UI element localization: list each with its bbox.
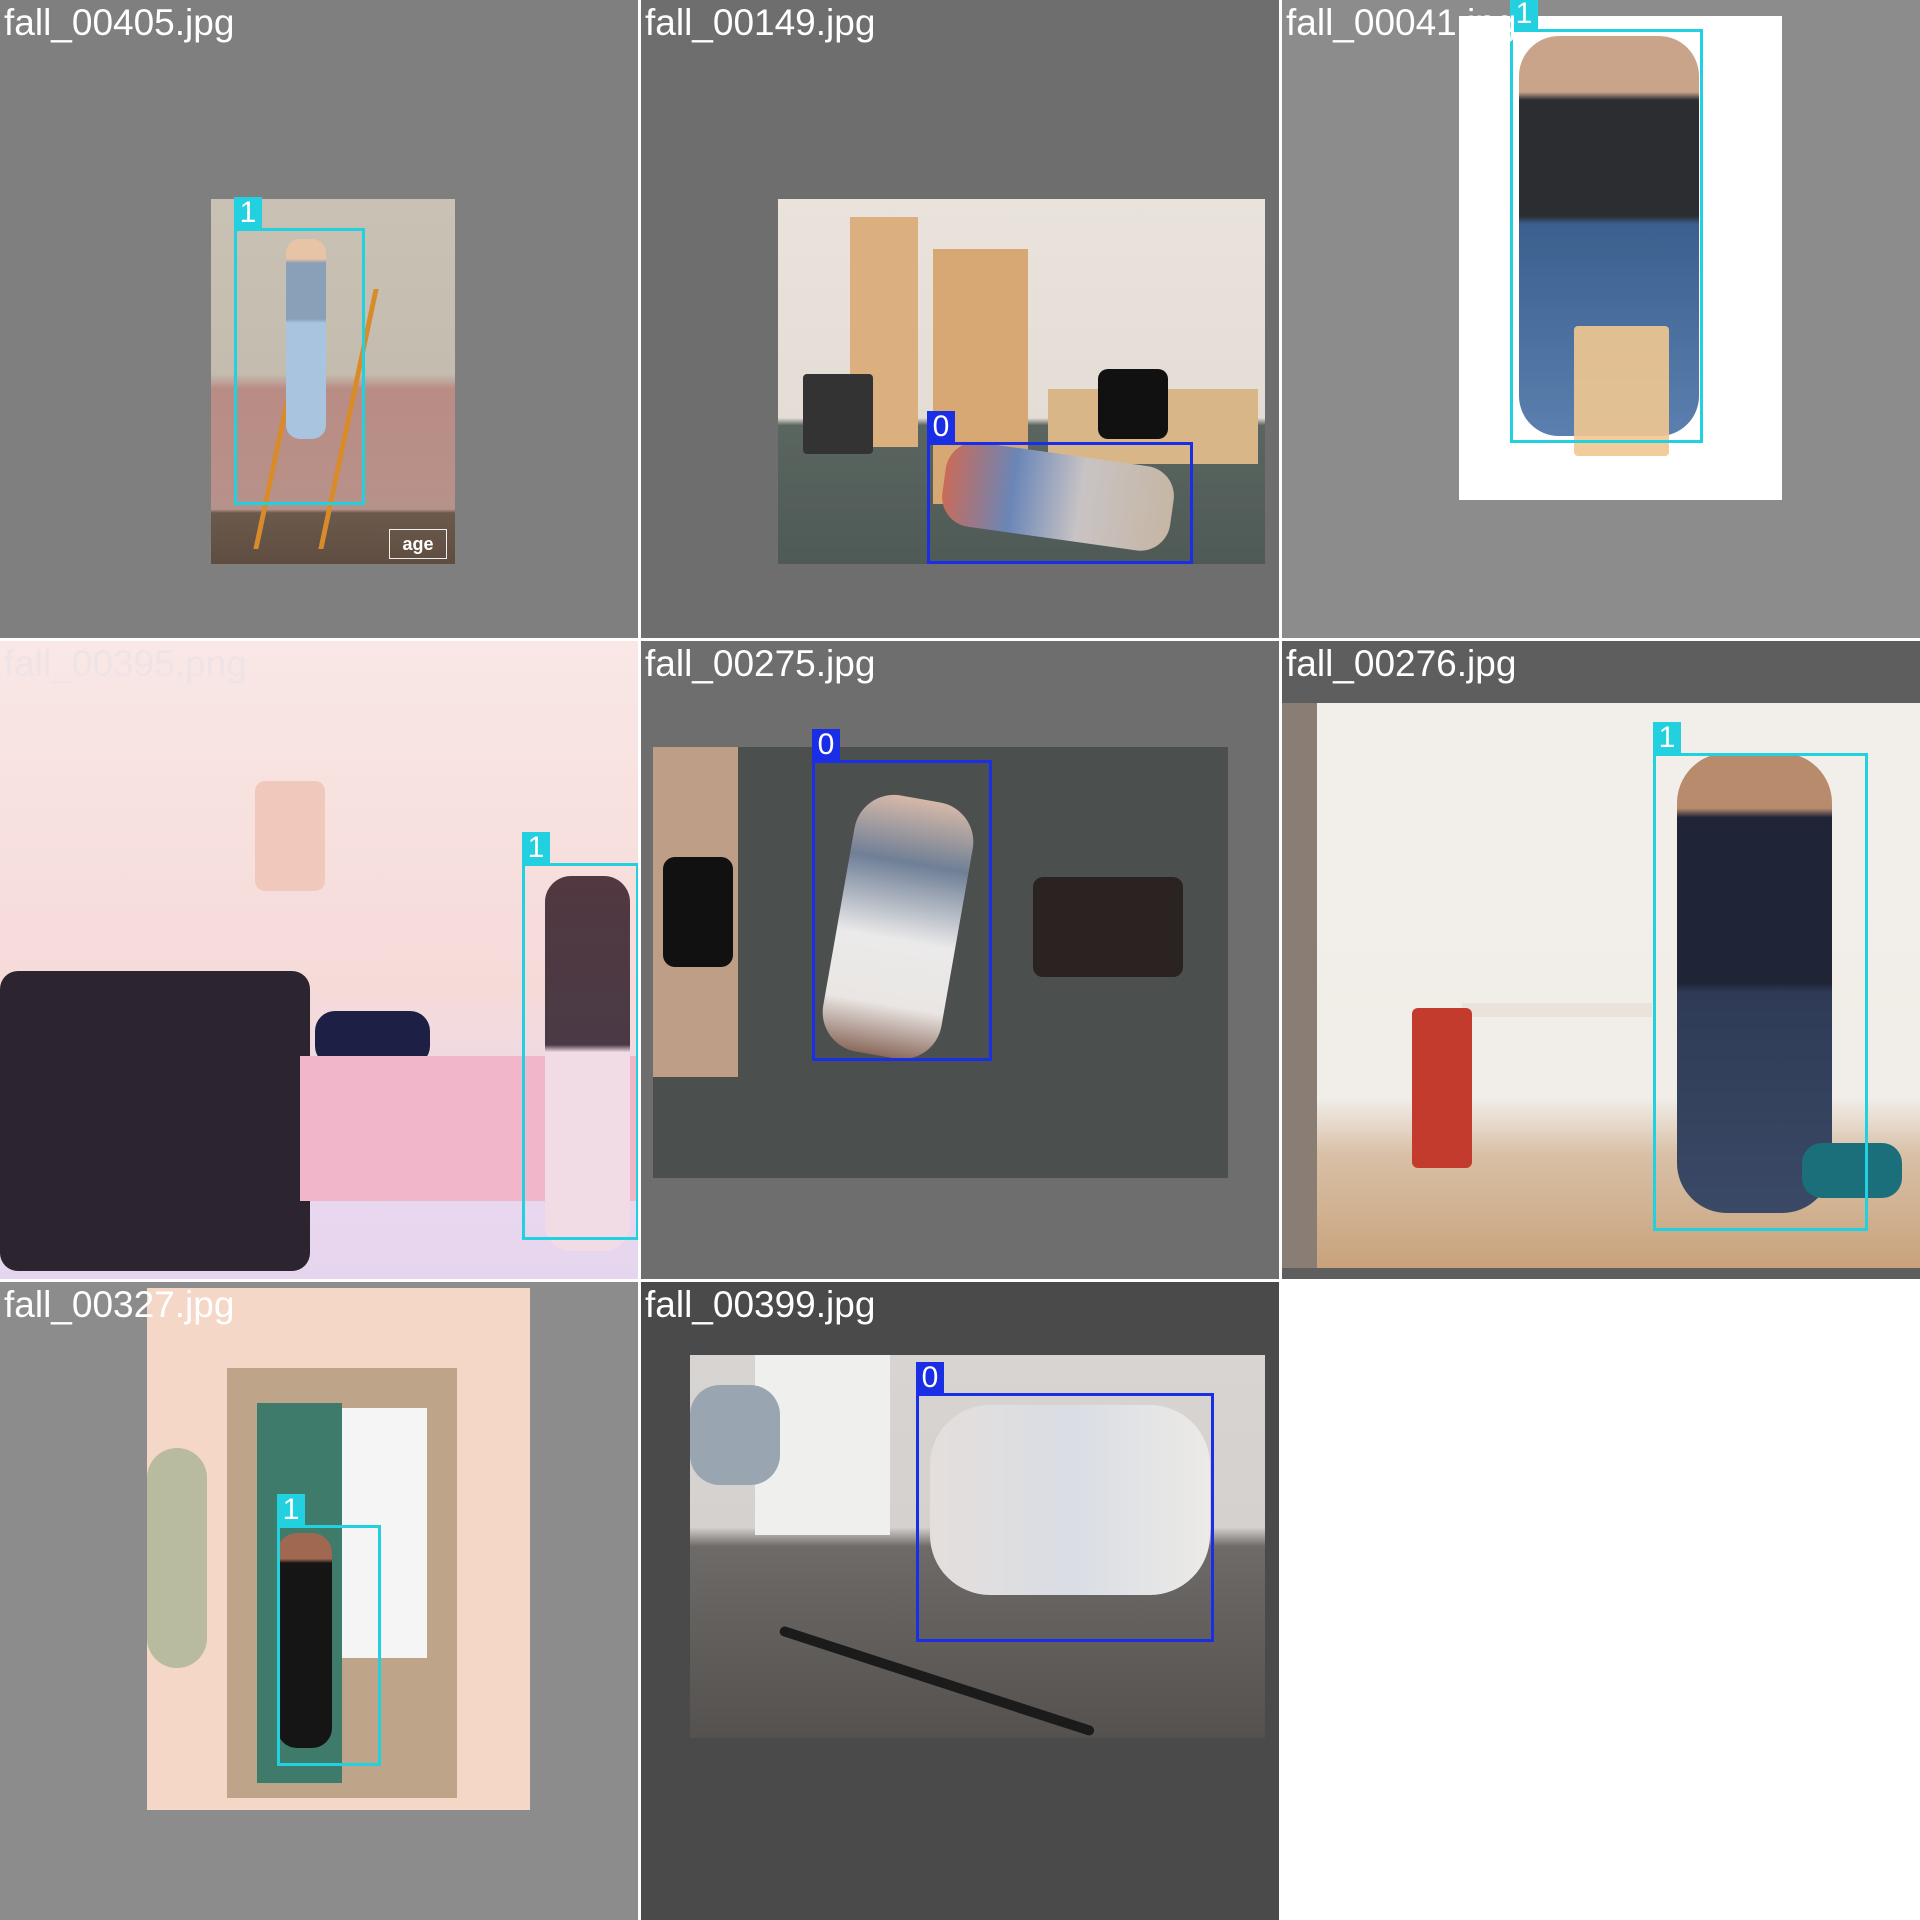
chair-icon	[803, 374, 873, 454]
bbox-class-1[interactable]: 1	[1653, 722, 1868, 1231]
tile-fall-00395[interactable]: fall_00395.png 1	[0, 641, 638, 1279]
class-label: 0	[812, 729, 840, 760]
tile-filename: fall_00399.jpg	[645, 1284, 876, 1325]
tile-fall-00327[interactable]: fall_00327.jpg 1	[0, 1282, 638, 1920]
office-chair-icon	[663, 857, 733, 967]
chair-icon	[1033, 877, 1183, 977]
empty-tile	[1282, 1282, 1920, 1920]
class-label: 0	[927, 411, 955, 442]
bookshelf-icon	[1282, 703, 1317, 1268]
mosaic-grid: fall_00405.jpg age 1 fall_00149.jpg 0 fa…	[0, 0, 1920, 1920]
chair-icon	[1412, 1008, 1472, 1168]
watermark-logo: age	[389, 529, 447, 559]
class-label: 1	[277, 1494, 305, 1525]
class-label: 0	[916, 1362, 944, 1393]
wall-hanging-icon	[255, 781, 325, 891]
office-chair-icon	[1098, 369, 1168, 439]
tile-fall-00405[interactable]: fall_00405.jpg age 1	[0, 0, 638, 638]
bbox-class-1[interactable]: 1	[1510, 0, 1703, 443]
bbox-class-1[interactable]: 1	[234, 197, 365, 505]
bbox-class-0[interactable]: 0	[812, 729, 992, 1061]
tile-filename: fall_00041.jpg	[1286, 2, 1517, 43]
tile-filename: fall_00276.jpg	[1286, 643, 1517, 684]
tile-fall-00275[interactable]: fall_00275.jpg 0	[641, 641, 1279, 1279]
class-label: 1	[522, 832, 550, 863]
bbox-class-0[interactable]: 0	[927, 411, 1193, 564]
tile-filename: fall_00327.jpg	[4, 1284, 235, 1325]
bbox-class-1[interactable]: 1	[277, 1494, 381, 1766]
bbox-class-0[interactable]: 0	[916, 1362, 1214, 1642]
tile-fall-00399[interactable]: fall_00399.jpg 0	[641, 1282, 1279, 1920]
table-icon	[1462, 1003, 1652, 1187]
tile-fall-00276[interactable]: fall_00276.jpg 1	[1282, 641, 1920, 1279]
pillow-icon	[690, 1385, 780, 1485]
tile-filename: fall_00395.png	[4, 643, 247, 684]
bbox-class-1[interactable]: 1	[522, 832, 638, 1240]
sofa-icon	[0, 971, 310, 1271]
tile-filename: fall_00405.jpg	[4, 2, 235, 43]
class-label: 1	[1653, 722, 1681, 753]
tile-filename: fall_00149.jpg	[645, 2, 876, 43]
tile-fall-00149[interactable]: fall_00149.jpg 0	[641, 0, 1279, 638]
tile-fall-00041[interactable]: fall_00041.jpg 1	[1282, 0, 1920, 638]
class-label: 1	[234, 197, 262, 228]
plant-icon	[147, 1448, 207, 1668]
tile-filename: fall_00275.jpg	[645, 643, 876, 684]
